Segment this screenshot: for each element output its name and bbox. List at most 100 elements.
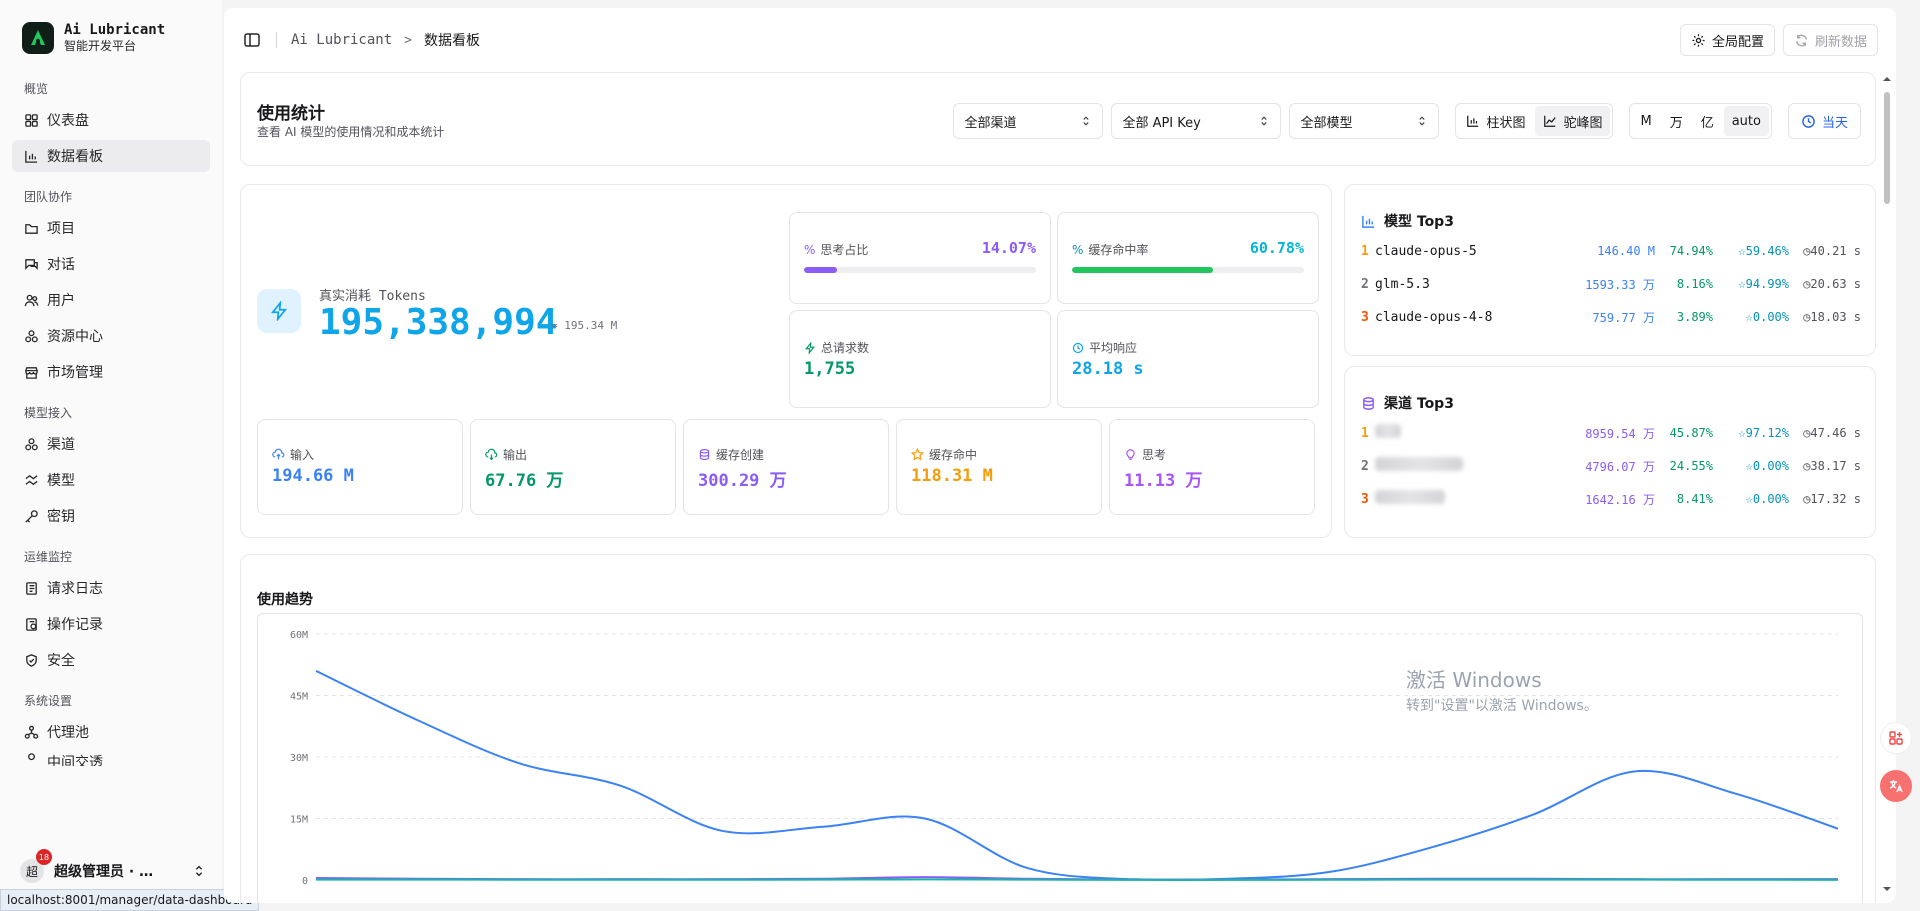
channel-name-redacted [1375, 424, 1545, 442]
model-tokens: 146.40 M [1597, 244, 1655, 258]
model-name: claude-opus-4-8 [1375, 309, 1493, 325]
key-icon [25, 509, 38, 523]
table-row[interactable]: 1 claude-opus-5 146.40 M 74.94% ☆59.46% … [1361, 241, 1861, 261]
floating-translate-button[interactable] [1880, 770, 1912, 802]
translate-icon [1889, 780, 1903, 793]
breadcrumb-root[interactable]: Ai Lubricant [291, 32, 392, 48]
star-icon [911, 448, 924, 461]
model-name: claude-opus-5 [1375, 243, 1477, 259]
avg-response-label-wrap: 平均响应 [1072, 339, 1137, 356]
channel-top3-title-wrap: 渠道 Top3 [1361, 393, 1454, 413]
content-scroll[interactable]: 使用统计 查看 AI 模型的使用情况和成本统计 全部渠道 全部 API Key … [240, 72, 1876, 903]
channel-tokens: 4796.07 万 [1585, 459, 1655, 474]
sidebar-item-label: 对话 [47, 257, 75, 273]
model-select[interactable]: 全部模型 [1289, 103, 1440, 139]
scroll-up-icon[interactable] [1882, 74, 1892, 84]
trend-chart-box: 0 15M 30M 45M 60M [257, 613, 1863, 903]
sidebar-item-label: 仪表盘 [47, 113, 89, 129]
sidebar-item-request-logs[interactable]: 请求日志 [12, 572, 210, 604]
unit-m[interactable]: M [1632, 106, 1659, 136]
global-config-button[interactable]: 全局配置 [1679, 24, 1775, 56]
brand[interactable]: Ai Lubricant 智能开发平台 [12, 16, 210, 60]
unit-wan[interactable]: 万 [1662, 106, 1691, 136]
sidebar-item-resources[interactable]: 资源中心 [12, 320, 210, 352]
table-row[interactable]: 3 1642.16 万 8.41% ☆0.00% ◷17.32 s [1361, 489, 1861, 509]
peak-chart-toggle[interactable]: 驼峰图 [1535, 106, 1611, 136]
sidebar-toggle-icon[interactable] [242, 30, 262, 50]
unit-auto[interactable]: auto [1723, 106, 1769, 136]
trend-chart[interactable]: 0 15M 30M 45M 60M [258, 614, 1863, 903]
think-ratio-label-wrap: % 思考占比 [804, 241, 868, 258]
think-ratio-card: % 思考占比 14.07% [789, 212, 1051, 304]
y-tick-label: 15M [290, 815, 308, 826]
sidebar-item-channels[interactable]: 渠道 [12, 428, 210, 460]
series-line[interactable] [315, 670, 1839, 881]
scroll-down-icon[interactable] [1882, 884, 1892, 894]
table-row[interactable]: 1 8959.54 万 45.87% ☆97.12% ◷47.46 s [1361, 423, 1861, 443]
refresh-button[interactable]: 刷新数据 [1782, 24, 1878, 56]
percent-icon: % [1072, 242, 1084, 257]
sidebar-item-proxy-pool[interactable]: 代理池 [12, 716, 210, 748]
unit-yi[interactable]: 亿 [1693, 106, 1722, 136]
table-row[interactable]: 2 4796.07 万 24.55% ☆0.00% ◷38.17 s [1361, 456, 1861, 476]
watermark-line2: 转到"设置"以激活 Windows。 [1406, 698, 1598, 714]
sidebar-item-operation-logs[interactable]: 操作记录 [12, 608, 210, 640]
think-ratio-bar-fill [804, 267, 837, 273]
model-cache-hit-value: 0.00% [1752, 310, 1789, 324]
model-share: 8.16% [1676, 277, 1713, 291]
sidebar-item-security[interactable]: 安全 [12, 644, 210, 676]
cache-hit-card: % 缓存命中率 60.78% [1057, 212, 1319, 304]
today-button[interactable]: 当天 [1787, 103, 1861, 139]
channel-cache-hit: ☆0.00% [1745, 459, 1789, 473]
table-row[interactable]: 2 glm-5.3 1593.33 万 8.16% ☆94.99% ◷20.63… [1361, 274, 1861, 294]
input-label-wrap: 输入 [272, 446, 314, 463]
store-icon [25, 366, 38, 379]
sidebar-item-users[interactable]: 用户 [12, 284, 210, 316]
sidebar-item-relay[interactable]: 中间交透 [12, 752, 210, 766]
sidebar-item-data-board[interactable]: 数据看板 [12, 140, 210, 172]
sidebar: Ai Lubricant 智能开发平台 概览 仪表盘 数据看板 团队协作 项目 … [0, 0, 222, 911]
nav-group-label: 运维监控 [24, 550, 73, 564]
sidebar-item-label: 模型 [47, 473, 75, 489]
channel-select[interactable]: 全部渠道 [953, 103, 1104, 139]
nav-group-label: 模型接入 [24, 406, 73, 420]
think-tokens-label: 思考 [1142, 448, 1167, 462]
nav-group-models: 模型接入 渠道 模型 密钥 [12, 404, 210, 532]
cache-hit-label-wrap: % 缓存命中率 [1072, 241, 1148, 258]
sidebar-item-keys[interactable]: 密钥 [12, 500, 210, 532]
topbar: Ai Lubricant > 数据看板 全局配置 刷新数据 [224, 8, 1896, 72]
cache-hit-tokens-value: 118.31 M [911, 466, 993, 486]
sidebar-item-models[interactable]: 模型 [12, 464, 210, 496]
table-row[interactable]: 3 claude-opus-4-8 759.77 万 3.89% ☆0.00% … [1361, 307, 1861, 327]
clock-icon [1802, 114, 1815, 128]
series-line[interactable] [315, 878, 1839, 881]
floating-apps-button[interactable] [1880, 722, 1912, 754]
bar-chart-icon [1362, 215, 1375, 228]
apikey-select[interactable]: 全部 API Key [1111, 103, 1282, 139]
filters: 全部渠道 全部 API Key 全部模型 柱状图 驼峰图 M 万 亿 auto … [953, 103, 1861, 139]
input-value: 194.66 M [272, 466, 354, 486]
avatar: 超 18 [20, 849, 52, 883]
model-tokens: 759.77 万 [1592, 310, 1655, 325]
cache-hit-bar-fill [1072, 267, 1213, 273]
channel-cache-hit-value: 97.12% [1745, 426, 1789, 440]
bar-chart-toggle[interactable]: 柱状图 [1458, 106, 1533, 136]
sidebar-item-dashboard[interactable]: 仪表盘 [12, 104, 210, 136]
notification-badge: 18 [36, 849, 52, 865]
bar-chart-label: 柱状图 [1486, 115, 1526, 131]
y-tick-label: 45M [290, 692, 308, 703]
scroll-thumb[interactable] [1884, 92, 1890, 204]
network-icon [24, 725, 39, 739]
refresh-icon [1796, 34, 1807, 46]
boxes-icon [25, 329, 38, 342]
sidebar-item-chat[interactable]: 对话 [12, 248, 210, 280]
channel-latency-value: 47.46 s [1810, 426, 1861, 440]
zap-icon [257, 289, 301, 333]
sidebar-item-market[interactable]: 市场管理 [12, 356, 210, 388]
model-icon [25, 474, 38, 485]
rank: 1 [1361, 243, 1369, 259]
rank: 2 [1361, 276, 1369, 292]
sidebar-item-projects[interactable]: 项目 [12, 212, 210, 244]
trend-title: 使用趋势 [257, 592, 313, 608]
user-menu[interactable]: 超 18 超级管理员 · … [20, 849, 206, 887]
